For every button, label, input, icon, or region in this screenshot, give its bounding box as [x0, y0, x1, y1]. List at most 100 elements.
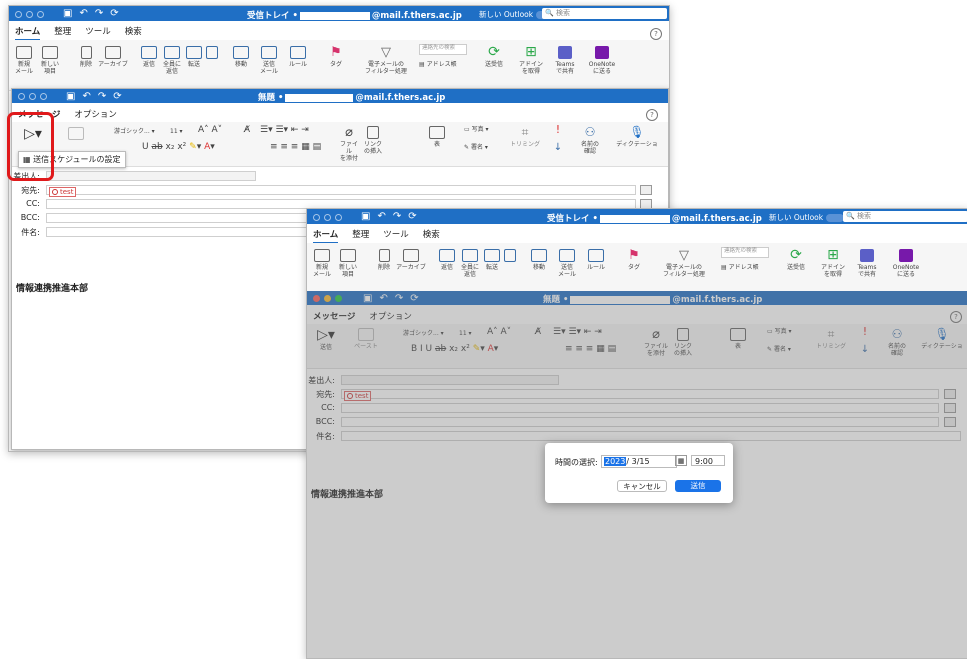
redo-icon[interactable]: ↷ [98, 91, 106, 102]
save-icon[interactable]: ▣ [361, 211, 370, 222]
tab-search[interactable]: 検索 [125, 23, 142, 41]
teams-share-button[interactable]: Teams で共有 [553, 46, 577, 75]
time-field[interactable]: 9:00 [691, 455, 725, 466]
font-size-select[interactable]: 11 ▾ [170, 128, 190, 135]
close-dot[interactable] [313, 214, 320, 221]
check-names-button[interactable]: ⚇ 名前の 確認 [578, 126, 602, 156]
help-icon[interactable]: ? [650, 28, 662, 40]
delete-button[interactable]: 削除 [373, 249, 395, 271]
filter-button[interactable]: ▽ 電子メールの フィルター処理 [365, 46, 407, 75]
zoom-dot[interactable] [37, 11, 44, 18]
search-box[interactable]: 🔍 検索 [542, 8, 667, 19]
year-segment[interactable]: 2023 [604, 457, 627, 466]
clear-format-icon[interactable]: A̸ [242, 126, 252, 135]
minimize-dot[interactable] [324, 214, 331, 221]
new-item-button[interactable]: 新しい 項目 [335, 249, 361, 278]
compose-help-icon[interactable]: ? [646, 109, 658, 121]
align-buttons[interactable]: ≡ ≡ ≡ ▦ ▤ [270, 143, 340, 152]
cancel-button[interactable]: キャンセル [617, 480, 667, 492]
picture-button[interactable]: ▭ 写真 ▾ [464, 126, 494, 133]
tab-home[interactable]: ホーム [313, 226, 339, 244]
date-field[interactable]: 2023/ 3/15 [601, 455, 677, 468]
undo-icon[interactable]: ↶ [82, 91, 90, 102]
more-actions-button[interactable] [205, 46, 219, 61]
tab-organize[interactable]: 整理 [352, 226, 369, 244]
tag-button[interactable]: ⚑ タグ [327, 46, 345, 68]
search-people-field[interactable]: 連絡先の検索 ▤ アドレス帳 [419, 44, 467, 68]
undo-icon[interactable]: ↶ [79, 8, 87, 19]
close-dot[interactable] [18, 93, 25, 100]
filter-button[interactable]: ▽ 電子メールの フィルター処理 [663, 249, 705, 278]
redo-icon[interactable]: ↷ [95, 8, 103, 19]
importance-low-icon[interactable]: ↓ [552, 143, 564, 153]
move-button[interactable]: 移動 [529, 249, 549, 271]
new-mail-button[interactable]: 新規 メール [311, 249, 333, 278]
font-grow-shrink[interactable]: A˄ A˅ [198, 126, 238, 135]
tab-search[interactable]: 検索 [423, 226, 440, 244]
reply-button[interactable]: 返信 [437, 249, 457, 271]
zoom-dot[interactable] [40, 93, 47, 100]
forward-button[interactable]: 転送 [184, 46, 204, 68]
undo-icon[interactable]: ↶ [377, 211, 385, 222]
archive-button[interactable]: アーカイブ [97, 46, 129, 68]
to-field[interactable]: test [46, 185, 636, 197]
sync-icon[interactable]: ⟳ [113, 91, 121, 102]
window-controls-2[interactable] [313, 214, 342, 221]
to-address-book-icon[interactable] [640, 185, 652, 195]
trimming-button[interactable]: ⌗ トリミング [510, 126, 540, 149]
minimize-dot[interactable] [29, 93, 36, 100]
date-segment[interactable]: 3/15 [632, 457, 650, 466]
insert-link-button[interactable]: リンク の挿入 [362, 126, 384, 155]
save-icon[interactable]: ▣ [63, 8, 72, 19]
address-book-button[interactable]: ▤ アドレス帳 [721, 264, 759, 271]
tab-tools[interactable]: ツール [383, 226, 409, 244]
more-actions-button[interactable] [503, 249, 517, 264]
address-book-button[interactable]: ▤ アドレス帳 [419, 61, 457, 68]
font-name-select[interactable]: 游ゴシック... ▾ [114, 128, 166, 135]
onenote-button[interactable]: OneNote に送る [891, 249, 921, 278]
tag-button[interactable]: ⚑ タグ [625, 249, 643, 271]
save-icon[interactable]: ▣ [66, 91, 75, 102]
minimize-dot[interactable] [26, 11, 33, 18]
attach-file-button[interactable]: ⌀ ファイル を添付 [338, 126, 360, 162]
new-mail-button[interactable]: 新規 メール [13, 46, 35, 75]
reply-all-button[interactable]: 全員に 返信 [161, 46, 183, 75]
delete-button[interactable]: 削除 [75, 46, 97, 68]
dictation-button[interactable]: 🎙 ディクテーショ [612, 126, 662, 149]
teams-share-button[interactable]: Teams で共有 [855, 249, 879, 278]
search-box-2[interactable]: 🔍 検索 [843, 211, 967, 222]
onenote-button[interactable]: OneNote に送る [587, 46, 617, 75]
rules-button[interactable]: ルール [585, 249, 607, 271]
sync-icon[interactable]: ⟳ [408, 211, 416, 222]
importance-high-icon[interactable]: ! [552, 124, 564, 135]
send-receive-button[interactable]: ⟳ 送受信 [483, 45, 505, 68]
get-addins-button[interactable]: ⊞ アドイン を取得 [821, 248, 845, 278]
compose-window-controls[interactable] [18, 93, 47, 100]
send-button[interactable]: 送信 [675, 480, 721, 492]
tab-home[interactable]: ホーム [15, 23, 41, 41]
close-dot[interactable] [15, 11, 22, 18]
list-buttons[interactable]: ☰▾ ☰▾ ⇤ ⇥ [260, 126, 316, 135]
reply-button[interactable]: 返信 [139, 46, 159, 68]
send-mail-button[interactable]: 送信 メール [257, 46, 281, 75]
table-button[interactable]: 表 [424, 126, 450, 148]
tab-tools[interactable]: ツール [85, 23, 111, 41]
sync-icon[interactable]: ⟳ [110, 8, 118, 19]
new-item-button[interactable]: 新しい 項目 [37, 46, 63, 75]
window-controls[interactable] [15, 11, 44, 18]
archive-button[interactable]: アーカイブ [395, 249, 427, 271]
reply-all-button[interactable]: 全員に 返信 [459, 249, 481, 278]
format-buttons[interactable]: U ab x₂ x² ✎▾ A▾ [142, 143, 262, 152]
rules-button[interactable]: ルール [287, 46, 309, 68]
send-mail-button[interactable]: 送信 メール [555, 249, 579, 278]
redo-icon[interactable]: ↷ [393, 211, 401, 222]
paste-button[interactable] [62, 127, 90, 142]
zoom-dot[interactable] [335, 214, 342, 221]
search-people-field[interactable]: 連絡先の検索 ▤ アドレス帳 [721, 247, 769, 271]
tab-organize[interactable]: 整理 [54, 23, 71, 41]
send-receive-button[interactable]: ⟳ 送受信 [785, 248, 807, 271]
signature-button[interactable]: ✎ 署名 ▾ [464, 144, 494, 151]
move-button[interactable]: 移動 [231, 46, 251, 68]
from-select[interactable] [46, 171, 256, 181]
get-addins-button[interactable]: ⊞ アドイン を取得 [519, 45, 543, 75]
